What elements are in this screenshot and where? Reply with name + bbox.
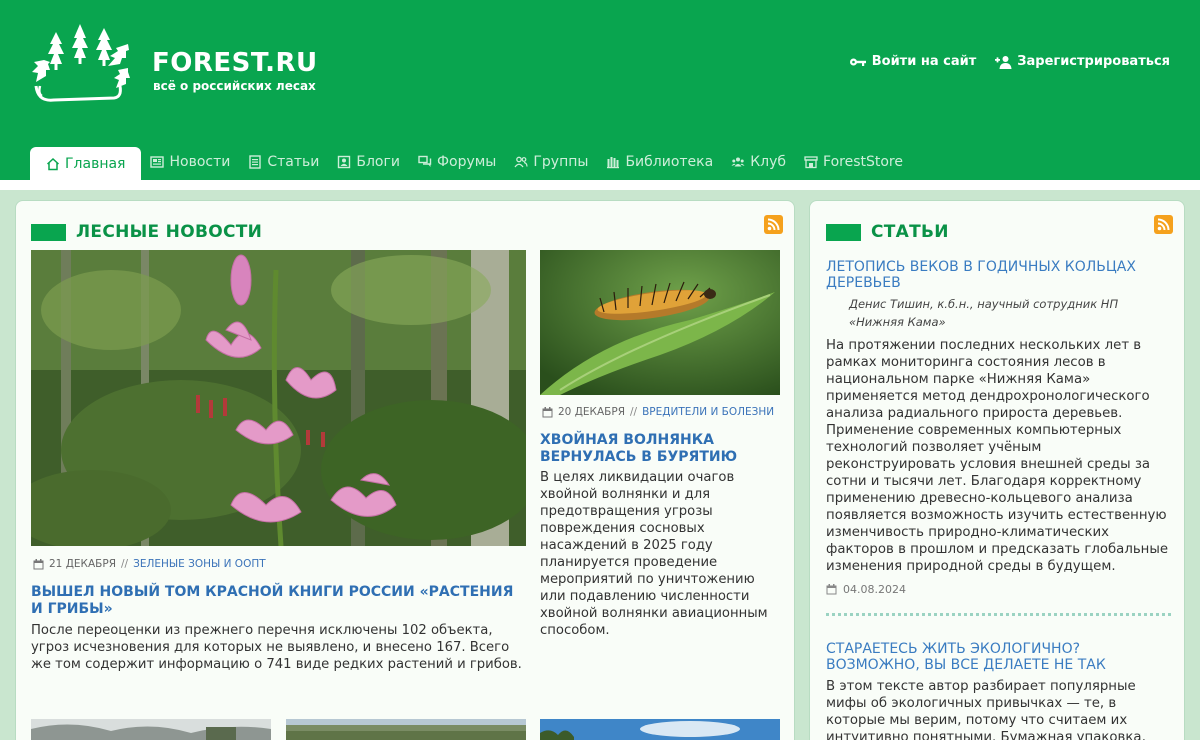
- caterpillar-image: [540, 250, 780, 395]
- nav-label: Клуб: [750, 154, 787, 170]
- nav-label: Группы: [533, 154, 589, 170]
- nav-label: Блоги: [356, 154, 400, 170]
- home-icon: [46, 157, 60, 170]
- winter-forest-image: [31, 719, 271, 740]
- nav-label: ForestStore: [823, 154, 903, 170]
- document-icon: [249, 155, 262, 169]
- store-icon: [804, 156, 818, 169]
- rss-icon: [767, 218, 780, 231]
- key-icon: [849, 58, 866, 66]
- nav-item-club[interactable]: Клуб: [722, 147, 795, 177]
- news-section-title: ЛЕСНЫЕ НОВОСТИ: [76, 222, 263, 242]
- article-excerpt: На протяжении последних нескольких лет в…: [826, 338, 1169, 574]
- register-link[interactable]: Зарегистрироваться: [994, 54, 1170, 69]
- user-plus-icon: [995, 55, 1012, 69]
- forest-logo-icon: [32, 24, 130, 102]
- rss-icon: [1157, 218, 1170, 231]
- header-divider: [0, 180, 1200, 190]
- news-category-link[interactable]: ЗЕЛЕНЫЕ ЗОНЫ И ООПТ: [133, 558, 266, 570]
- nav-item-library[interactable]: Библиотека: [597, 147, 722, 177]
- nav-item-groups[interactable]: Группы: [505, 147, 597, 177]
- news-meta: 21 ДЕКАБРЯ // ЗЕЛЕНЫЕ ЗОНЫ И ООПТ: [33, 558, 266, 570]
- article-date-text: 04.08.2024: [843, 583, 906, 596]
- nav-label: Новости: [169, 154, 231, 170]
- register-label: Зарегистрироваться: [1017, 54, 1170, 69]
- nav-label: Главная: [65, 155, 126, 172]
- news-category-link[interactable]: ВРЕДИТЕЛИ И БОЛЕЗНИ: [642, 406, 774, 418]
- news-photo-winter[interactable]: [31, 719, 271, 740]
- article-title-link[interactable]: ЛЕТОПИСЬ ВЕКОВ В ГОДИЧНЫХ КОЛЬЦАХ ДЕРЕВЬ…: [826, 259, 1166, 291]
- news-meta: 20 ДЕКАБРЯ // ВРЕДИТЕЛИ И БОЛЕЗНИ: [542, 406, 774, 418]
- chat-icon: [418, 155, 432, 167]
- articles-rss-button[interactable]: [1154, 215, 1173, 234]
- auth-links: Войти на сайт Зарегистрироваться: [849, 54, 1170, 69]
- nav-item-news[interactable]: Новости: [141, 147, 239, 177]
- nav-item-blogs[interactable]: Блоги: [328, 147, 409, 177]
- news-title-link[interactable]: ХВОЙНАЯ ВОЛНЯНКА ВЕРНУЛАСЬ В БУРЯТИЮ: [540, 432, 740, 466]
- news-excerpt: В целях ликвидации очагов хвойной волнян…: [540, 470, 768, 638]
- newspaper-icon: [150, 156, 165, 168]
- calendar-icon: [542, 406, 553, 417]
- club-icon: [731, 157, 745, 167]
- nav-label: Форумы: [436, 154, 497, 170]
- news-panel: ЛЕСНЫЕ НОВОСТИ 21 ДЕКАБРЯ // ЗЕЛЕНЫЕ ЗОН…: [15, 200, 795, 740]
- lily-image: [31, 250, 526, 546]
- library-icon: [607, 157, 620, 169]
- article-author: Денис Тишин, к.б.н., научный сотрудник Н…: [849, 297, 1119, 329]
- nav-item-store[interactable]: ForestStore: [795, 147, 912, 177]
- site-header: FOREST.RU всё о российских лесах Войти н…: [0, 0, 1200, 180]
- calendar-icon: [826, 584, 837, 595]
- article-date: 04.08.2024: [826, 583, 906, 596]
- site-name: FOREST.RU: [152, 48, 318, 78]
- news-rss-button[interactable]: [764, 215, 783, 234]
- calendar-icon: [33, 558, 44, 569]
- article-title-link[interactable]: СТАРАЕТЕСЬ ЖИТЬ ЭКОЛОГИЧНО? ВОЗМОЖНО, ВЫ…: [826, 641, 1166, 673]
- site-logo[interactable]: FOREST.RU всё о российских лесах: [30, 24, 330, 114]
- meta-separator: //: [630, 406, 638, 418]
- nav-item-forums[interactable]: Форумы: [409, 147, 505, 177]
- news-excerpt: После переоценки из прежнего перечня иск…: [31, 623, 522, 672]
- nav-label: Библиотека: [625, 154, 714, 170]
- articles-section-title: СТАТЬИ: [871, 222, 949, 242]
- user-card-icon: [338, 155, 351, 169]
- news-date: 20 ДЕКАБРЯ: [558, 406, 626, 418]
- users-icon: [514, 156, 528, 168]
- news-photo-caterpillar[interactable]: [540, 250, 780, 395]
- news-date: 21 ДЕКАБРЯ: [49, 558, 117, 570]
- site-tagline: всё о российских лесах: [153, 79, 316, 93]
- sky-forest-image: [540, 719, 780, 740]
- articles-panel: СТАТЬИ ЛЕТОПИСЬ ВЕКОВ В ГОДИЧНЫХ КОЛЬЦАХ…: [809, 200, 1185, 740]
- section-marker: [31, 223, 66, 241]
- nav-item-home[interactable]: Главная: [30, 147, 142, 180]
- news-photo-sky[interactable]: [540, 719, 780, 740]
- nav-item-articles[interactable]: Статьи: [239, 147, 328, 177]
- meta-separator: //: [121, 558, 129, 570]
- articles-section-header: СТАТЬИ: [826, 222, 949, 242]
- login-label: Войти на сайт: [871, 54, 977, 69]
- news-title-link[interactable]: ВЫШЕЛ НОВЫЙ ТОМ КРАСНОЙ КНИГИ РОССИИ «РА…: [31, 584, 526, 618]
- landscape-image: [286, 719, 526, 740]
- article-excerpt: В этом тексте автор разбирает популярные…: [826, 679, 1146, 740]
- login-link[interactable]: Войти на сайт: [849, 54, 977, 69]
- section-marker: [826, 223, 861, 241]
- nav-label: Статьи: [267, 154, 320, 170]
- news-section-header: ЛЕСНЫЕ НОВОСТИ: [31, 222, 262, 242]
- news-photo-lilies[interactable]: [31, 250, 526, 546]
- main-nav: Главная Новости Статьи Блоги Форумы Груп…: [30, 147, 912, 180]
- news-photo-landscape[interactable]: [286, 719, 526, 740]
- article-divider: [826, 613, 1171, 616]
